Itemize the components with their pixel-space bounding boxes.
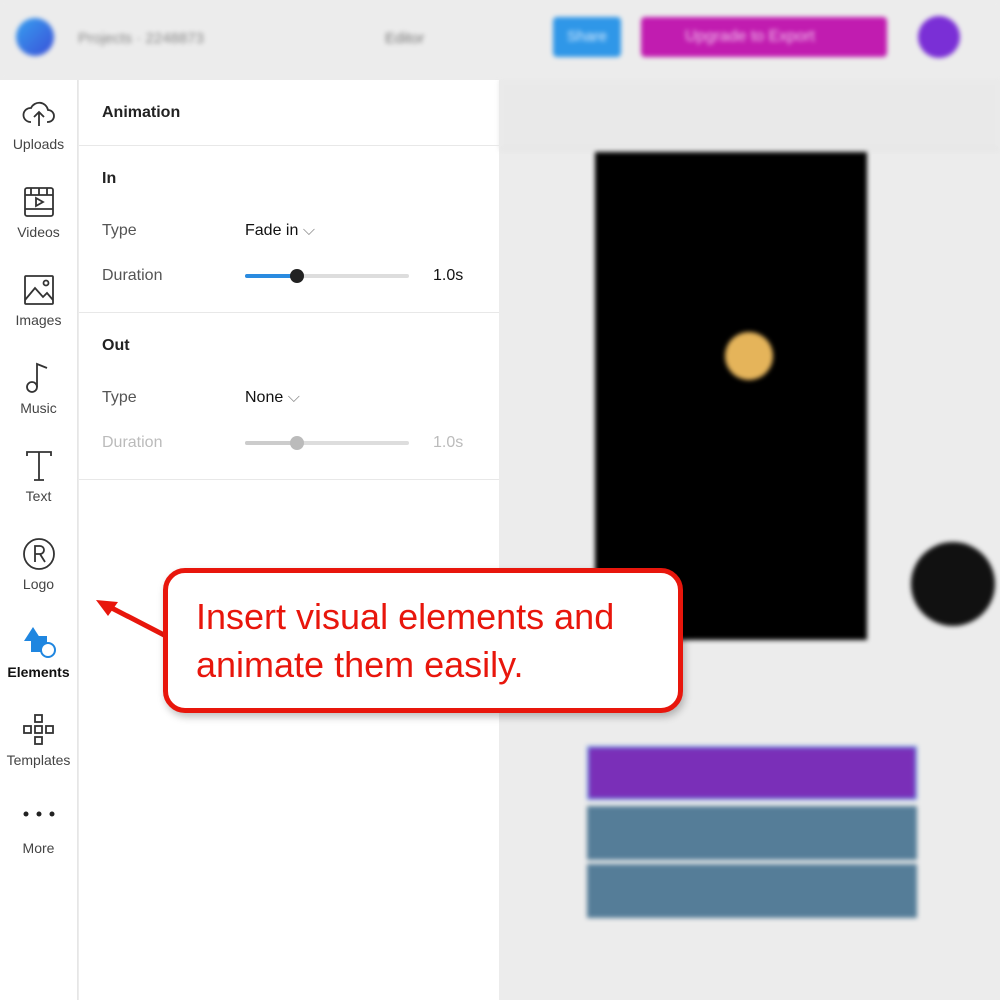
more-icon: [23, 811, 54, 817]
app-logo[interactable]: [16, 18, 54, 56]
templates-icon: [22, 714, 54, 745]
out-section: Out Type None ⌵ Duration 1.0s: [79, 313, 499, 480]
editor-label: Editor: [385, 30, 425, 47]
out-duration-slider: [245, 435, 409, 450]
top-bar: Projects · 2248873 Editor Share Upgrade …: [0, 0, 1000, 80]
upgrade-button[interactable]: Upgrade to Export: [641, 17, 887, 57]
sidebar-item-uploads[interactable]: Uploads: [0, 80, 77, 168]
sidebar-item-label: Videos: [17, 224, 60, 240]
panel-title: Animation: [79, 80, 499, 146]
timeline-track[interactable]: [587, 864, 917, 918]
sidebar-item-label: More: [22, 840, 55, 856]
video-icon: [23, 187, 54, 217]
sidebar-item-label: Logo: [22, 576, 55, 592]
sidebar-item-elements[interactable]: Elements: [0, 608, 77, 696]
sidebar-item-label: Images: [15, 312, 62, 328]
type-label: Type: [102, 221, 137, 239]
sidebar: Uploads Videos Images Music Text Logo El…: [0, 80, 78, 1000]
out-type-dropdown[interactable]: None ⌵: [245, 389, 300, 407]
sidebar-item-label: Elements: [7, 664, 70, 680]
chevron-down-icon: ⌵: [302, 221, 315, 239]
in-heading: In: [102, 170, 117, 187]
text-icon: [25, 451, 52, 481]
selected-element[interactable]: [725, 332, 773, 380]
out-duration-value: 1.0s: [433, 433, 464, 451]
video-canvas[interactable]: [595, 152, 867, 640]
in-section: In Type Fade in ⌵ Duration 1.0s: [79, 146, 499, 313]
animation-panel: Animation In Type Fade in ⌵ Duration 1.0s …: [79, 80, 499, 1000]
duration-label: Duration: [102, 433, 163, 451]
slider-knob[interactable]: [290, 268, 305, 283]
sidebar-item-label: Music: [20, 400, 57, 416]
callout-annotation: Insert visual elements and animate them …: [163, 568, 683, 713]
image-icon: [23, 275, 54, 305]
sidebar-item-label: Uploads: [12, 136, 65, 152]
editor-preview-area: [499, 80, 1000, 1000]
sidebar-item-videos[interactable]: Videos: [0, 168, 77, 256]
out-type-value: None: [245, 388, 284, 406]
in-type-value: Fade in: [245, 221, 299, 239]
sidebar-item-logo[interactable]: Logo: [0, 520, 77, 608]
registered-icon: [22, 538, 55, 570]
breadcrumb[interactable]: Projects · 2248873: [78, 30, 204, 47]
in-duration-slider[interactable]: [245, 268, 409, 283]
sidebar-item-more[interactable]: More: [0, 784, 77, 872]
cloud-upload-icon: [22, 101, 55, 126]
in-type-dropdown[interactable]: Fade in ⌵: [245, 222, 315, 240]
arrow-icon: [96, 600, 168, 639]
timeline-track[interactable]: [587, 746, 917, 800]
sidebar-item-label: Templates: [6, 752, 71, 768]
chevron-down-icon: ⌵: [287, 388, 300, 406]
type-label: Type: [102, 388, 137, 406]
duration-label: Duration: [102, 266, 163, 284]
slider-knob: [290, 435, 305, 450]
sidebar-item-text[interactable]: Text: [0, 432, 77, 520]
sidebar-item-label: Text: [25, 488, 52, 504]
sidebar-item-images[interactable]: Images: [0, 256, 77, 344]
music-note-icon: [25, 362, 47, 393]
sidebar-item-templates[interactable]: Templates: [0, 696, 77, 784]
in-duration-value: 1.0s: [433, 266, 464, 284]
shapes-icon: [23, 627, 56, 658]
canvas-toolbar: [499, 80, 1000, 150]
avatar[interactable]: [918, 16, 960, 58]
timeline-track[interactable]: [587, 806, 917, 860]
share-button[interactable]: Share: [553, 17, 621, 57]
out-heading: Out: [102, 337, 130, 354]
sidebar-item-music[interactable]: Music: [0, 344, 77, 432]
chat-button[interactable]: [911, 542, 995, 626]
